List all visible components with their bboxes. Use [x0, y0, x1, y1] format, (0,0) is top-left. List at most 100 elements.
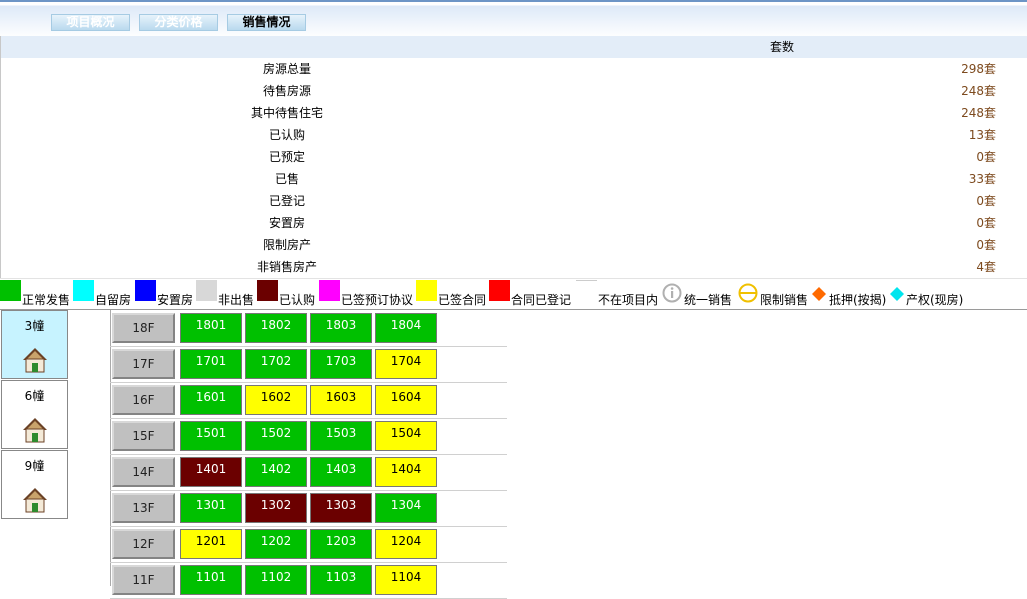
summary-row: 非销售房产 4套 [1, 256, 1027, 278]
summary-row: 待售房源 248套 [1, 80, 1027, 102]
floor-label-button[interactable]: 12F [112, 529, 175, 559]
tab-project-overview[interactable]: 项目概况 [51, 14, 130, 31]
summary-row-label: 安置房 [268, 216, 305, 230]
legend-label: 已认购 [279, 293, 316, 307]
unit-cell[interactable]: 1801 [180, 313, 242, 343]
summary-row: 限制房产 0套 [1, 234, 1027, 256]
floor-row: 13F 1301 1302 1303 1304 [110, 490, 507, 527]
unit-cell[interactable]: 1502 [245, 421, 307, 451]
tab-bar: 项目概况 分类价格 销售情况 [0, 0, 1027, 36]
unit-cell[interactable]: 1202 [245, 529, 307, 559]
legend-label: 自留房 [95, 293, 132, 307]
unit-cell[interactable]: 1503 [310, 421, 372, 451]
diamond-icon [812, 287, 826, 301]
tab-sales-status[interactable]: 销售情况 [227, 14, 306, 31]
legend-swatch [135, 280, 156, 301]
summary-header-row: 套数 [1, 36, 1027, 58]
building-name: 6幢 [24, 389, 45, 403]
legend-swatch [0, 280, 21, 301]
summary-row-value: 298套 [961, 62, 996, 76]
summary-row: 其中待售住宅 248套 [1, 102, 1027, 124]
unit-cell[interactable]: 1701 [180, 349, 242, 379]
house-icon [23, 488, 47, 513]
unit-cell[interactable]: 1401 [180, 457, 242, 487]
floor-label-button[interactable]: 16F [112, 385, 175, 415]
unit-cell[interactable]: 1104 [375, 565, 437, 595]
unit-cell[interactable]: 1301 [180, 493, 242, 523]
building-button[interactable]: 6幢 [1, 380, 68, 449]
floor-label-button[interactable]: 18F [112, 313, 175, 343]
building-button[interactable]: 3幢 [1, 310, 68, 379]
summary-row-value: 0套 [976, 216, 996, 230]
floor-label-button[interactable]: 15F [112, 421, 175, 451]
floor-row: 17F 1701 1702 1703 1704 [110, 346, 507, 383]
legend-label: 正常发售 [22, 293, 71, 307]
summary-row: 已售 33套 [1, 168, 1027, 190]
unit-cell[interactable]: 1402 [245, 457, 307, 487]
unit-cell[interactable]: 1404 [375, 457, 437, 487]
unit-cell[interactable]: 1102 [245, 565, 307, 595]
summary-row-value: 0套 [976, 238, 996, 252]
building-button[interactable]: 9幢 [1, 450, 68, 519]
info-circle-icon [662, 283, 682, 303]
building-name: 9幢 [24, 459, 45, 473]
unit-cell[interactable]: 1804 [375, 313, 437, 343]
floor-row: 16F 1601 1602 1603 1604 [110, 382, 507, 419]
summary-row: 已预定 0套 [1, 146, 1027, 168]
unit-cell[interactable]: 1601 [180, 385, 242, 415]
summary-row-label: 已登记 [268, 194, 305, 208]
unit-cell[interactable]: 1501 [180, 421, 242, 451]
legend-swatch [73, 280, 94, 301]
unit-cell[interactable]: 1802 [245, 313, 307, 343]
unit-cell[interactable]: 1604 [375, 385, 437, 415]
unit-cell[interactable]: 1303 [310, 493, 372, 523]
unit-cell[interactable]: 1201 [180, 529, 242, 559]
summary-row: 已认购 13套 [1, 124, 1027, 146]
unit-cell[interactable]: 1704 [375, 349, 437, 379]
floor-row: 15F 1501 1502 1503 1504 [110, 418, 507, 455]
unit-cell[interactable]: 1304 [375, 493, 437, 523]
summary-row-label: 待售房源 [262, 84, 311, 98]
summary-row-label: 已售 [274, 172, 299, 186]
summary-row-value: 0套 [976, 194, 996, 208]
unit-cell[interactable]: 1302 [245, 493, 307, 523]
unit-cell[interactable]: 1403 [310, 457, 372, 487]
summary-row-label: 房源总量 [262, 62, 311, 76]
summary-row-value: 0套 [976, 150, 996, 164]
minus-circle-icon [738, 283, 758, 303]
legend-swatch [319, 280, 340, 301]
summary-row: 房源总量 298套 [1, 58, 1027, 80]
summary-row-value: 248套 [961, 106, 996, 120]
unit-cell[interactable]: 1203 [310, 529, 372, 559]
unit-cell[interactable]: 1602 [245, 385, 307, 415]
unit-cell[interactable]: 1204 [375, 529, 437, 559]
summary-row-value: 4套 [976, 260, 996, 274]
house-icon [23, 348, 47, 373]
unit-cell[interactable]: 1702 [245, 349, 307, 379]
floor-label-button[interactable]: 11F [112, 565, 175, 595]
legend-label: 抵押(按揭) [829, 293, 887, 307]
floor-label-button[interactable]: 14F [112, 457, 175, 487]
diamond-icon [890, 287, 904, 301]
floor-row: 14F 1401 1402 1403 1404 [110, 454, 507, 491]
unit-cell[interactable]: 1803 [310, 313, 372, 343]
summary-row-label: 非销售房产 [256, 260, 317, 274]
legend-label: 不在项目内 [598, 293, 659, 307]
summary-row-label: 已认购 [268, 128, 305, 142]
tab-category-price[interactable]: 分类价格 [139, 14, 218, 31]
unit-cell[interactable]: 1101 [180, 565, 242, 595]
legend-swatch [257, 280, 278, 301]
status-legend: 正常发售 自留房 安置房 非出售 已认购 已签预订协议 已签合同 合同已登记 不在项目内 统一销售… [0, 278, 1027, 310]
unit-cell[interactable]: 1504 [375, 421, 437, 451]
floor-label-button[interactable]: 13F [112, 493, 175, 523]
legend-swatch [416, 280, 437, 301]
legend-swatch [489, 280, 510, 301]
floor-row: 11F 1101 1102 1103 1104 [110, 562, 507, 599]
unit-cell[interactable]: 1703 [310, 349, 372, 379]
legend-label: 安置房 [157, 293, 194, 307]
unit-cell[interactable]: 1103 [310, 565, 372, 595]
floor-label-button[interactable]: 17F [112, 349, 175, 379]
legend-label: 合同已登记 [511, 293, 572, 307]
summary-row-value: 13套 [968, 128, 996, 142]
unit-cell[interactable]: 1603 [310, 385, 372, 415]
